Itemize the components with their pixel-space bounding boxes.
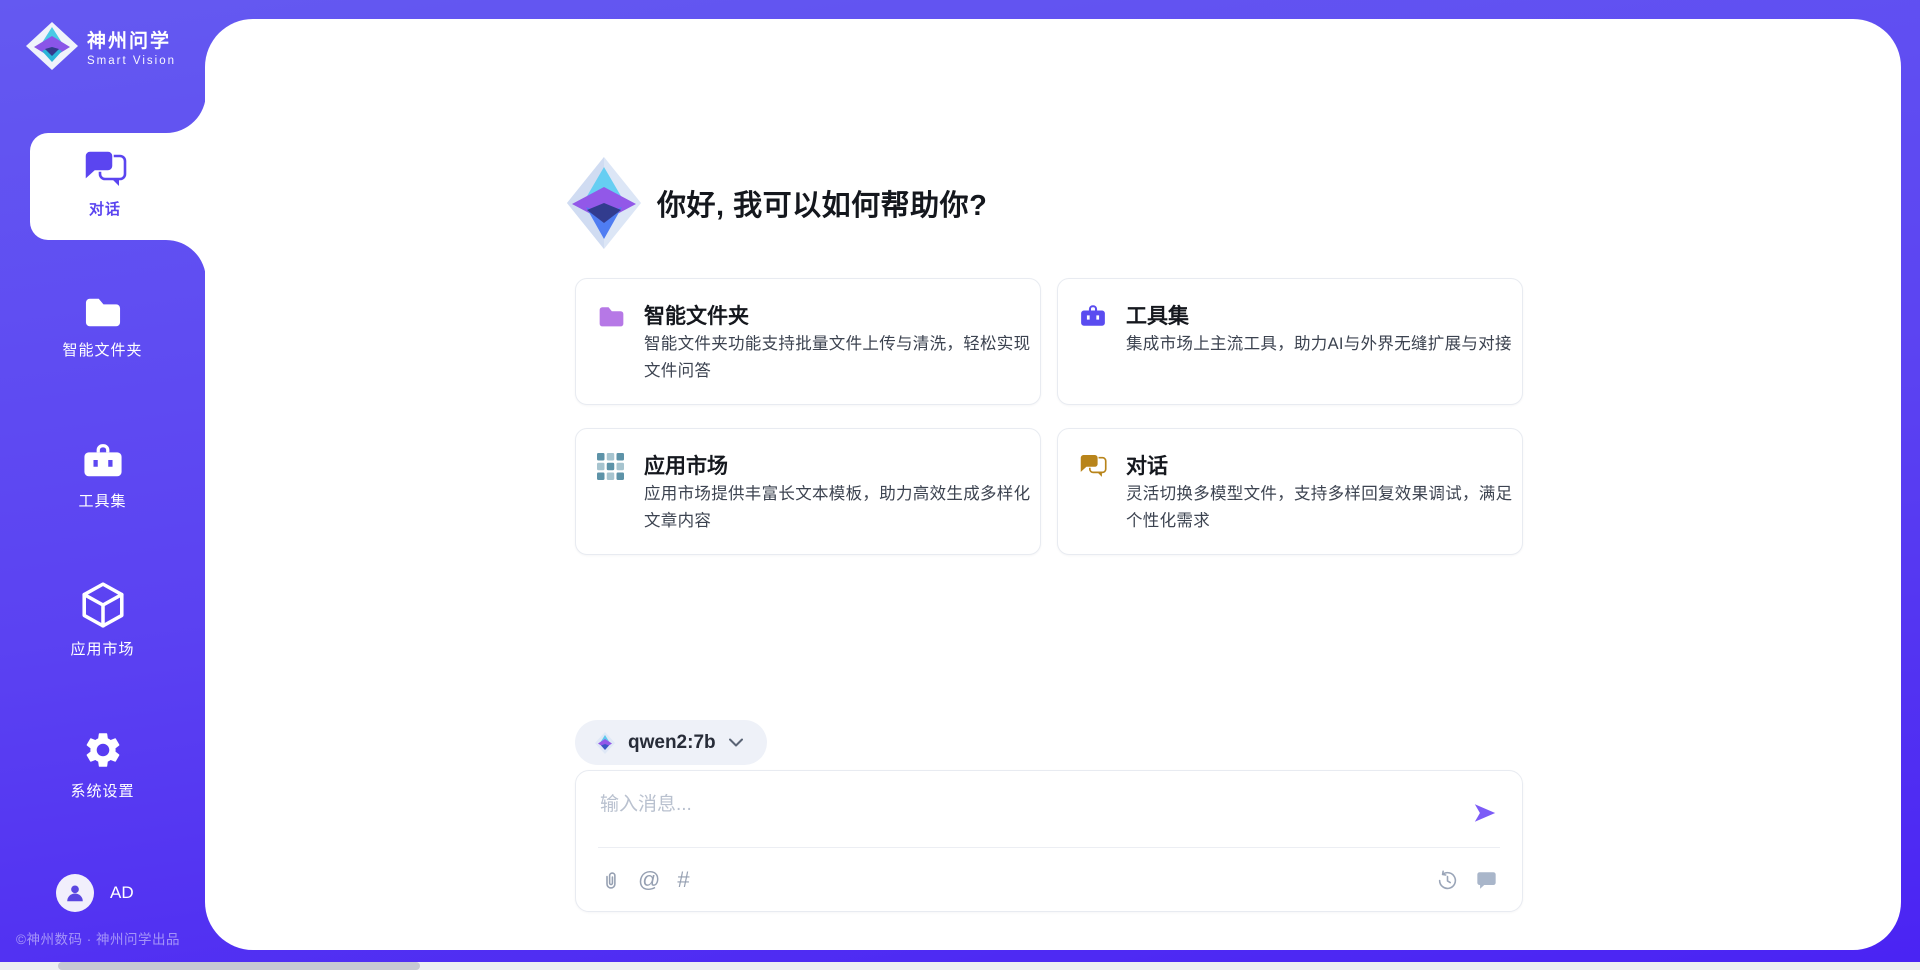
sidebar-item-app-market[interactable]: 应用市场 <box>0 581 205 659</box>
composer-divider <box>598 847 1500 848</box>
card-toolset[interactable]: 工具集 集成市场上主流工具，助力AI与外界无缝扩展与对接 <box>1057 278 1523 405</box>
greeting-block: 你好, 我可以如何帮助你? <box>567 157 987 249</box>
card-app-market[interactable]: 应用市场 应用市场提供丰富长文本模板，助力高效生成多样化文章内容 <box>575 428 1041 555</box>
card-smart-folder[interactable]: 智能文件夹 智能文件夹功能支持批量文件上传与清洗，轻松实现文件问答 <box>575 278 1041 405</box>
toolbar-right <box>1437 869 1498 891</box>
copyright-text: ©神州数码 · 神州问学出品 <box>16 928 180 948</box>
comment-button[interactable] <box>1475 869 1498 891</box>
history-icon <box>1437 870 1458 891</box>
card-description: 应用市场提供丰富长文本模板，助力高效生成多样化文章内容 <box>644 481 1036 534</box>
send-button[interactable] <box>1472 801 1498 828</box>
diamond-logo-icon <box>595 732 615 754</box>
card-description: 集成市场上主流工具，助力AI与外界无缝扩展与对接 <box>1126 331 1518 358</box>
card-description: 智能文件夹功能支持批量文件上传与清洗，轻松实现文件问答 <box>644 331 1036 384</box>
model-selector[interactable]: qwen2:7b <box>575 720 767 765</box>
composer-toolbar: @ # <box>600 859 1498 901</box>
card-title: 应用市场 <box>644 450 728 480</box>
history-button[interactable] <box>1437 870 1458 891</box>
model-name: qwen2:7b <box>628 732 716 754</box>
brand-logo: 神州问学 Smart Vision <box>26 22 176 70</box>
sidebar-item-toolset[interactable]: 工具集 <box>0 441 205 511</box>
app-window: 你好, 我可以如何帮助你? 智能文件夹 智能文件夹功能支持批量文件上传与清洗，轻… <box>0 0 1920 970</box>
card-title: 工具集 <box>1126 300 1189 330</box>
paperclip-icon <box>600 869 621 892</box>
mention-icon: @ <box>638 869 660 891</box>
user-initials: AD <box>110 883 134 903</box>
folder-icon <box>82 294 124 330</box>
feature-cards: 智能文件夹 智能文件夹功能支持批量文件上传与清洗，轻松实现文件问答 工具集 集成… <box>575 278 1523 555</box>
horizontal-scrollbar[interactable] <box>0 962 1920 970</box>
sidebar-item-label: 智能文件夹 <box>62 339 142 360</box>
comment-icon <box>1475 869 1498 891</box>
brand-subtitle: Smart Vision <box>87 55 176 67</box>
brand-name: 神州问学 <box>87 26 176 53</box>
card-description: 灵活切换多模型文件，支持多样回复效果调试，满足个性化需求 <box>1126 481 1518 534</box>
sidebar-item-label: 应用市场 <box>70 638 134 659</box>
toolbar-left: @ # <box>600 869 690 892</box>
message-input[interactable] <box>600 789 1450 841</box>
sidebar-item-label: 工具集 <box>78 490 126 511</box>
sidebar-item-settings[interactable]: 系统设置 <box>0 729 205 801</box>
toolbox-icon <box>81 441 125 481</box>
grid-icon <box>597 452 627 480</box>
person-icon <box>64 882 86 904</box>
attach-button[interactable] <box>600 869 621 892</box>
sidebar: 神州问学 Smart Vision 对话 智能文件夹 <box>0 0 205 970</box>
card-title: 对话 <box>1126 450 1168 480</box>
mention-button[interactable]: @ <box>638 869 660 891</box>
gear-icon <box>82 729 124 771</box>
composer: @ # <box>575 770 1523 912</box>
folder-icon <box>597 302 627 330</box>
toolbox-icon <box>1079 302 1109 330</box>
brand-diamond-icon <box>26 22 78 70</box>
card-chat[interactable]: 对话 灵活切换多模型文件，支持多样回复效果调试，满足个性化需求 <box>1057 428 1523 555</box>
sidebar-item-smart-folder[interactable]: 智能文件夹 <box>0 294 205 360</box>
send-icon <box>1472 801 1498 825</box>
chat-icon <box>83 149 127 189</box>
chevron-down-icon <box>729 738 743 747</box>
avatar <box>56 874 94 912</box>
sidebar-item-label: 系统设置 <box>70 780 134 801</box>
chat-icon <box>1079 452 1109 480</box>
sidebar-item-chat[interactable]: 对话 <box>30 149 180 219</box>
card-title: 智能文件夹 <box>644 300 749 330</box>
cube-icon <box>80 581 126 629</box>
hashtag-button[interactable]: # <box>677 869 689 891</box>
user-account[interactable]: AD <box>56 874 134 912</box>
brand-diamond-logo <box>567 157 641 249</box>
brand-text: 神州问学 Smart Vision <box>87 26 176 67</box>
sidebar-item-label: 对话 <box>89 198 121 219</box>
scrollbar-thumb[interactable] <box>58 962 420 970</box>
main-panel: 你好, 我可以如何帮助你? 智能文件夹 智能文件夹功能支持批量文件上传与清洗，轻… <box>205 19 1901 950</box>
hashtag-icon: # <box>677 869 689 891</box>
greeting-title: 你好, 我可以如何帮助你? <box>657 182 987 224</box>
